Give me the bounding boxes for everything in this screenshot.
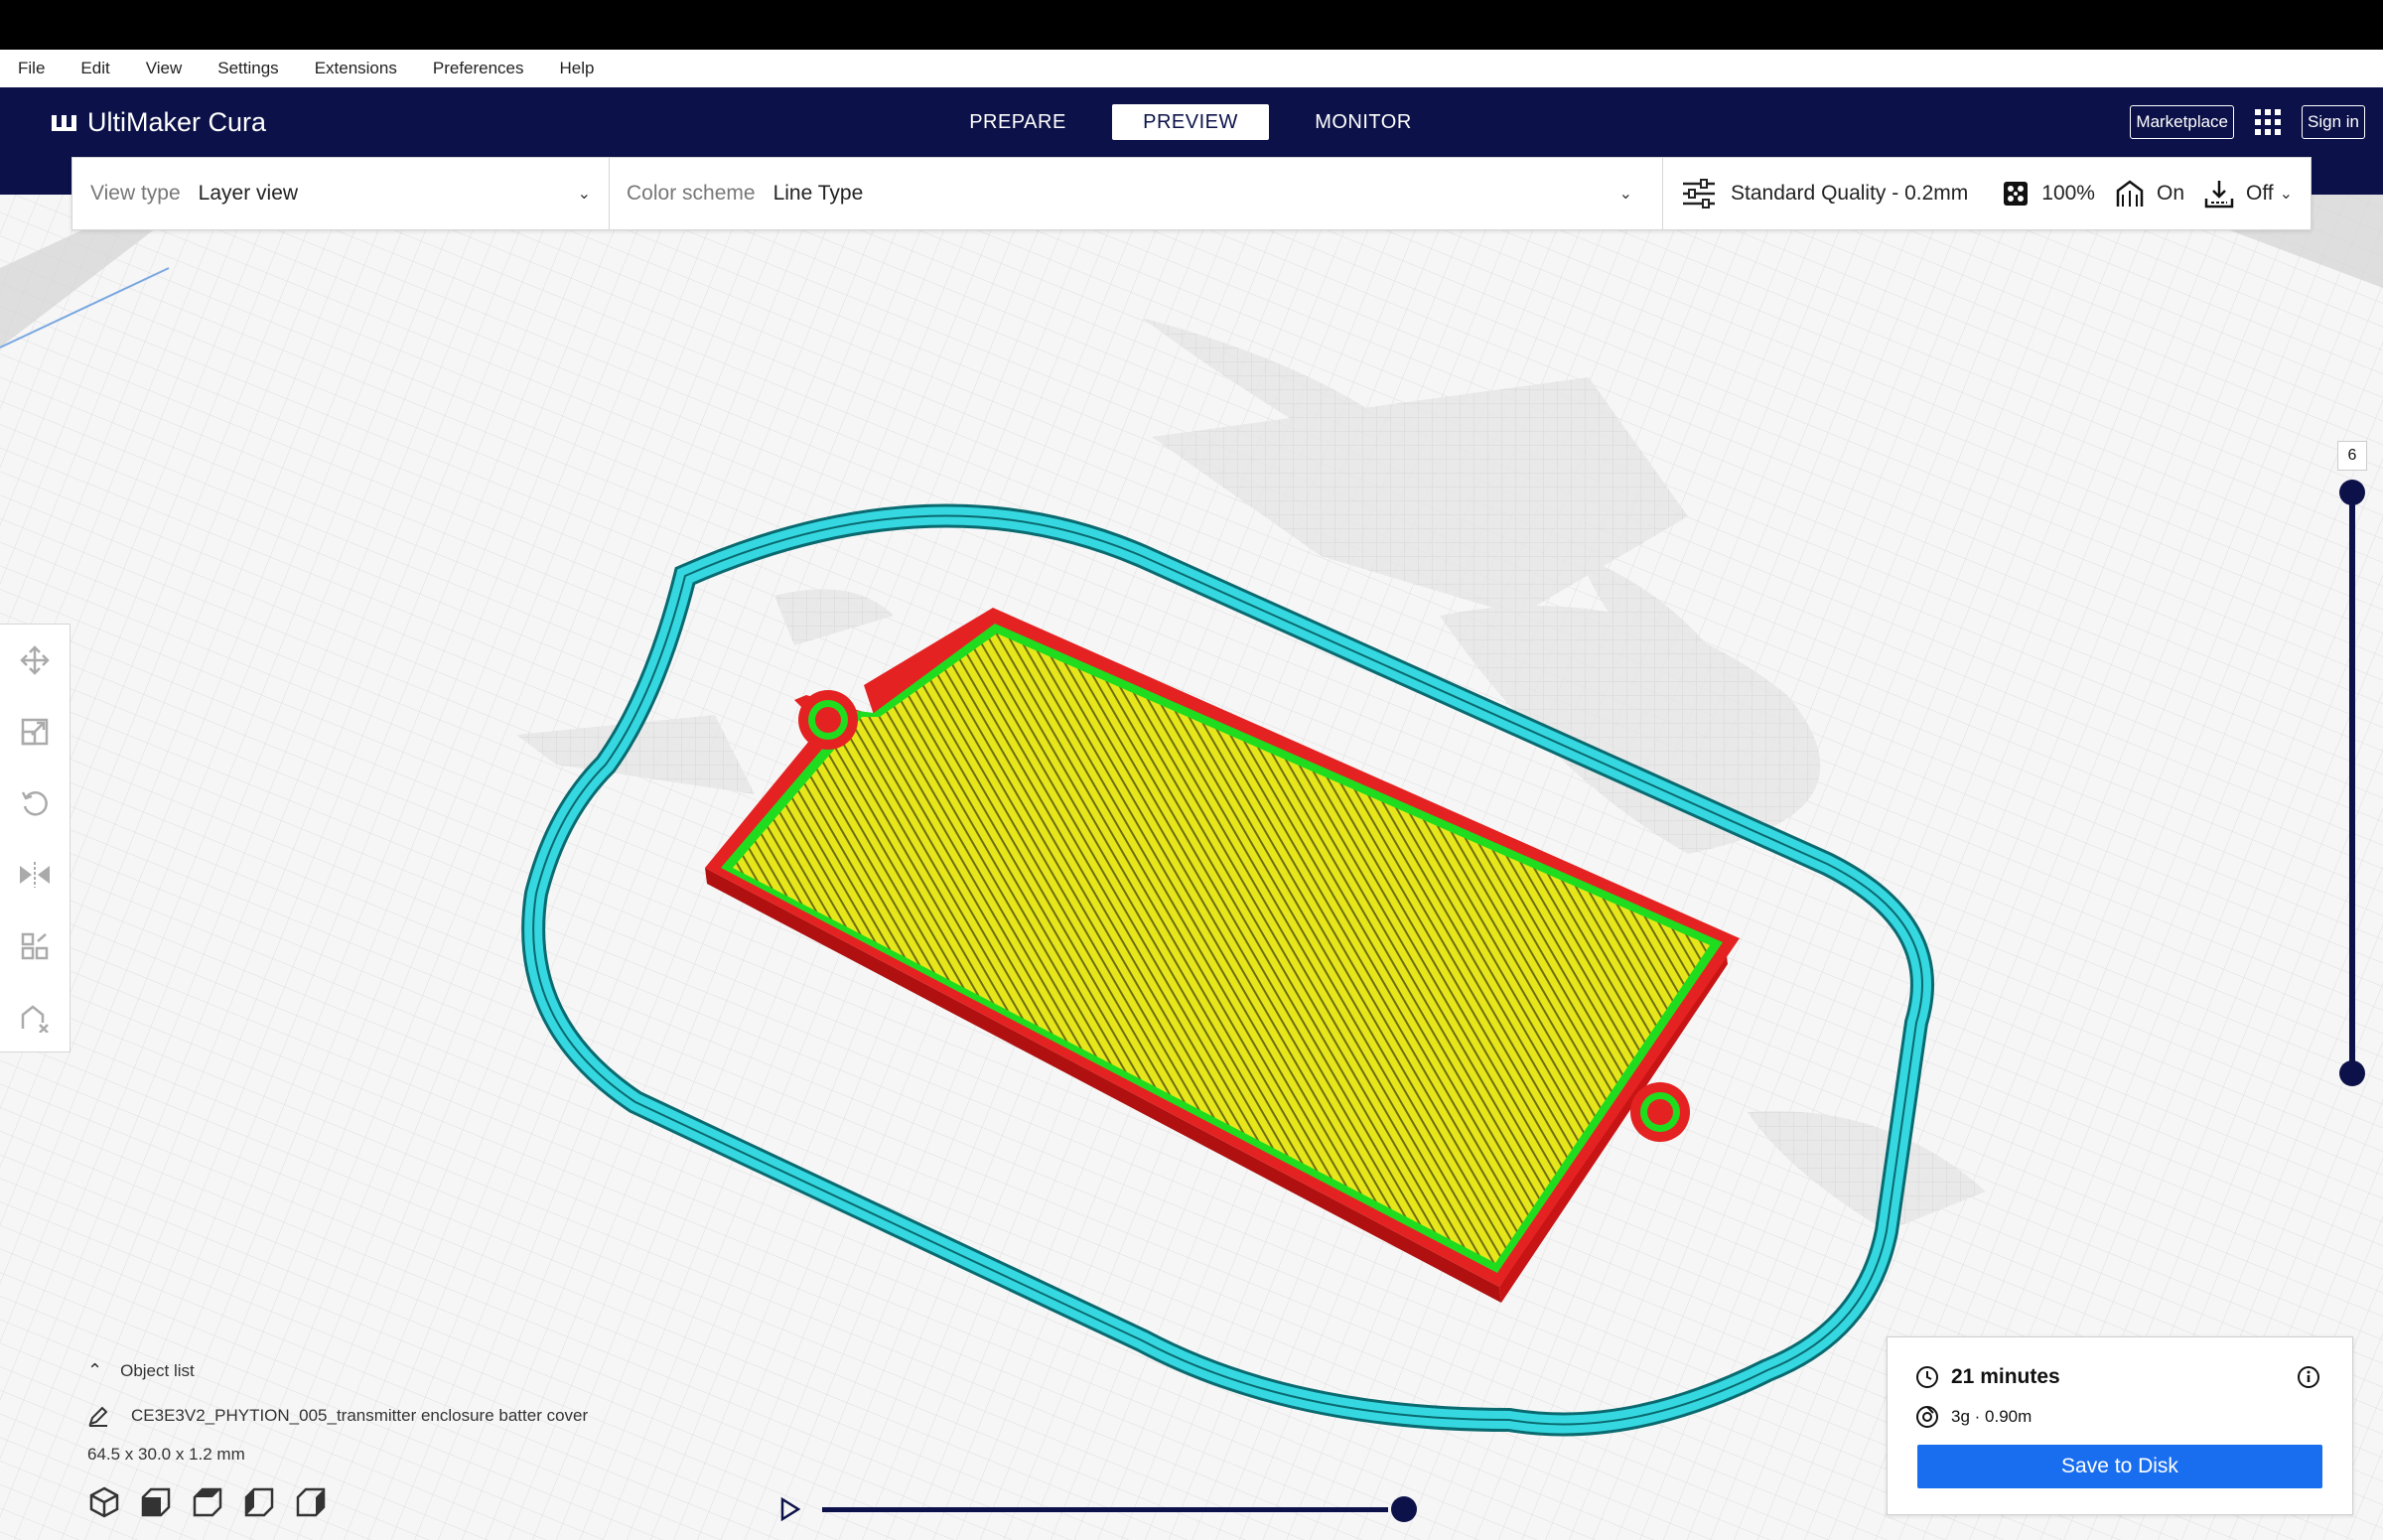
stage-tabs: PREPARE PREVIEW MONITOR: [939, 104, 1458, 140]
ultimaker-logo-icon: [52, 114, 76, 131]
view-type-label: View type: [90, 182, 181, 205]
color-scheme-value: Line Type: [772, 182, 864, 205]
support-value: On: [2156, 182, 2184, 205]
layer-slider-top-handle[interactable]: [2339, 480, 2365, 505]
tab-monitor[interactable]: MONITOR: [1285, 104, 1442, 140]
layer-slider-track: [2349, 490, 2355, 1071]
front-view-icon[interactable]: [139, 1485, 173, 1519]
print-settings-selector[interactable]: Standard Quality - 0.2mm 100% On Off ⌄: [1663, 158, 2311, 229]
object-list-panel: ⌃ Object list CE3E3V2_PHYTION_005_transm…: [87, 1360, 588, 1465]
material-usage: 3g · 0.90m: [1951, 1407, 2033, 1426]
print-time: 21 minutes: [1951, 1365, 2060, 1388]
chevron-down-icon: ⌄: [2279, 186, 2293, 203]
print-estimate-panel: 21 minutes 3g · 0.90m Save to Disk: [1887, 1336, 2353, 1515]
app-logo: UltiMaker Cura: [50, 107, 266, 138]
move-tool-button[interactable]: [0, 625, 70, 696]
clock-icon: [1916, 1366, 1938, 1388]
rotate-icon: [21, 791, 48, 816]
tool-panel: [0, 624, 70, 1052]
support-blocker-icon: [21, 1005, 49, 1033]
move-icon: [20, 645, 50, 675]
quality-profile: Standard Quality - 0.2mm: [1731, 182, 1969, 205]
menu-extensions[interactable]: Extensions: [315, 59, 397, 78]
object-list-item[interactable]: CE3E3V2_PHYTION_005_transmitter enclosur…: [87, 1405, 588, 1427]
pencil-icon: [88, 1406, 108, 1427]
left-view-icon[interactable]: [242, 1485, 276, 1519]
grid-apps-icon[interactable]: [2254, 108, 2282, 136]
scale-icon: [21, 718, 49, 746]
scale-tool-button[interactable]: [0, 696, 70, 768]
menu-edit[interactable]: Edit: [80, 59, 109, 78]
simulation-track: [822, 1507, 1388, 1512]
object-dimensions: 64.5 x 30.0 x 1.2 mm: [87, 1445, 245, 1464]
adhesion-icon: [2204, 181, 2234, 209]
print-time-row: 21 minutes: [1915, 1365, 2060, 1389]
menu-file[interactable]: File: [18, 59, 45, 78]
object-name: CE3E3V2_PHYTION_005_transmitter enclosur…: [131, 1406, 589, 1425]
menu-view[interactable]: View: [146, 59, 183, 78]
chevron-up-icon: ⌃: [87, 1360, 103, 1380]
infill-value: 100%: [2041, 182, 2095, 205]
layer-slider[interactable]: [2337, 441, 2367, 1086]
menu-preferences[interactable]: Preferences: [433, 59, 524, 78]
per-model-settings-icon: [21, 932, 49, 960]
right-view-icon[interactable]: [294, 1485, 328, 1519]
sign-in-button[interactable]: Sign in: [2302, 105, 2365, 139]
tab-preview[interactable]: PREVIEW: [1112, 104, 1269, 140]
header-actions: Marketplace Sign in: [2130, 105, 2365, 139]
marketplace-button[interactable]: Marketplace: [2130, 105, 2235, 139]
chevron-down-icon: ⌄: [1618, 186, 1632, 203]
mirror-tool-button[interactable]: [0, 839, 70, 910]
app-name: UltiMaker Cura: [87, 107, 267, 137]
color-scheme-dropdown[interactable]: Color scheme Line Type ⌄: [610, 158, 1662, 229]
color-scheme-label: Color scheme: [627, 182, 756, 205]
object-list-toggle[interactable]: ⌃ Object list: [87, 1360, 588, 1381]
layer-number-badge[interactable]: 6: [2337, 441, 2367, 471]
info-icon[interactable]: [2297, 1365, 2320, 1389]
chevron-down-icon: ⌄: [577, 186, 591, 203]
material-usage-row: 3g · 0.90m: [1915, 1405, 2032, 1429]
view-orientation-buttons: [87, 1485, 328, 1519]
menu-settings[interactable]: Settings: [217, 59, 278, 78]
save-to-disk-button[interactable]: Save to Disk: [1917, 1445, 2322, 1488]
view-type-dropdown[interactable]: View type Layer view ⌄: [72, 158, 609, 229]
mirror-icon: [20, 862, 50, 888]
simulation-handle[interactable]: [1391, 1496, 1417, 1522]
top-view-icon[interactable]: [191, 1485, 224, 1519]
simulation-slider[interactable]: [778, 1495, 1424, 1525]
rotate-tool-button[interactable]: [0, 768, 70, 839]
settings-sliders-icon: [1683, 179, 1715, 209]
support-blocker-button[interactable]: [0, 982, 70, 1053]
3d-view-icon[interactable]: [87, 1485, 121, 1519]
infill-icon: [2004, 182, 2029, 206]
layer-slider-bottom-handle[interactable]: [2339, 1060, 2365, 1086]
menu-help[interactable]: Help: [560, 59, 595, 78]
spool-icon: [1916, 1406, 1938, 1428]
adhesion-value: Off: [2246, 182, 2274, 205]
window-titlebar: [0, 0, 2383, 50]
preview-toolbar: View type Layer view ⌄ Color scheme Line…: [71, 157, 2312, 230]
per-model-settings-button[interactable]: [0, 910, 70, 982]
menu-bar: File Edit View Settings Extensions Prefe…: [0, 50, 2383, 87]
tab-prepare[interactable]: PREPARE: [939, 104, 1096, 140]
view-type-value: Layer view: [198, 182, 299, 205]
object-list-header: Object list: [120, 1360, 195, 1380]
support-icon: [2116, 180, 2144, 207]
play-icon[interactable]: [780, 1496, 801, 1522]
